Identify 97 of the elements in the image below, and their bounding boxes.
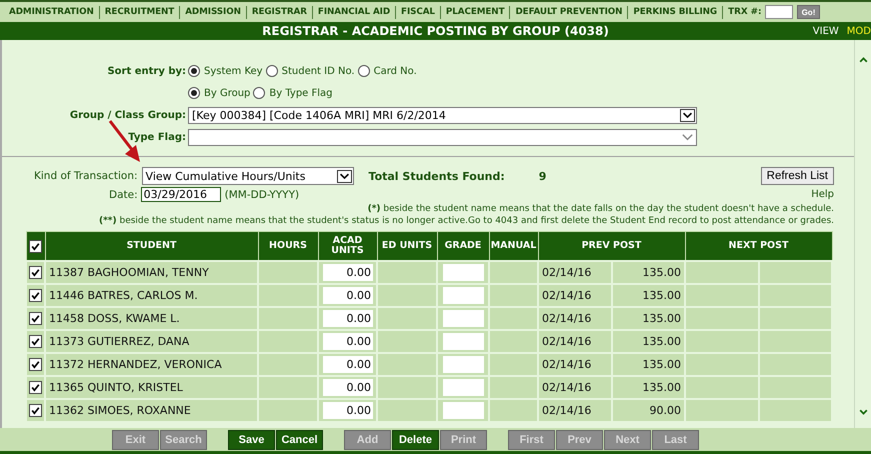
column-header: HOURS <box>258 232 318 261</box>
total-value: 9 <box>538 170 546 182</box>
radio-label: System Key <box>204 66 263 76</box>
page-title: REGISTRAR - ACADEMIC POSTING BY GROUP (4038) <box>261 24 610 38</box>
toolbar-button[interactable]: Save <box>228 430 275 450</box>
grade-field[interactable] <box>442 402 484 419</box>
prev-post-date-cell: 02/14/16 <box>538 307 612 330</box>
toolbar-button[interactable]: Delete <box>392 430 439 450</box>
prev-post-amount-cell: 90.00 <box>612 399 685 422</box>
radio-button[interactable] <box>188 65 200 77</box>
select-all-checkbox[interactable] <box>29 240 42 252</box>
column-header: ACAD UNITS <box>318 232 377 261</box>
acad-units-field[interactable]: 0.00 <box>323 310 373 327</box>
help-link[interactable]: Help <box>811 189 834 200</box>
nav-link[interactable]: FINANCIAL AID <box>312 7 396 17</box>
nav-link[interactable]: PLACEMENT <box>440 7 510 17</box>
prev-post-amount-cell: 135.00 <box>612 307 685 330</box>
row-checkbox[interactable] <box>29 381 42 394</box>
date-label: Date: <box>109 188 138 200</box>
sort-label: Sort entry by: <box>106 66 187 76</box>
acad-units-field[interactable]: 0.00 <box>323 379 373 396</box>
mode-link[interactable]: MOD <box>846 26 871 36</box>
prev-post-date-cell: 02/14/16 <box>538 399 612 422</box>
acad-units-field[interactable]: 0.00 <box>323 287 373 304</box>
column-header: ED UNITS <box>377 232 437 261</box>
note-text: (**) beside the student name means that the student's status is no longer active.Go to 4043 and first delete the Student End record to post attendance or grades. <box>98 216 834 226</box>
trx-field[interactable] <box>764 5 793 19</box>
total-label: Total Students Found: <box>368 170 505 182</box>
prev-post-date-cell: 02/14/16 <box>538 376 612 399</box>
prev-post-amount-cell: 135.00 <box>612 284 685 307</box>
type-flag-label: Type Flag: <box>127 132 187 142</box>
group-label: Group / Class Group: <box>68 110 187 120</box>
prev-post-amount-cell: 135.00 <box>612 261 685 284</box>
prev-post-amount-cell: 135.00 <box>612 330 685 353</box>
type-flag-select[interactable] <box>188 128 697 146</box>
student-cell: 11373 GUTIERREZ, DANA <box>45 330 258 353</box>
date-field[interactable]: 03/29/2016 <box>140 187 221 202</box>
nav-link[interactable]: REGISTRAR <box>246 7 312 17</box>
column-header: NEXT POST <box>685 232 832 261</box>
column-header: PREV POST <box>538 232 685 261</box>
radio-button[interactable] <box>188 87 200 99</box>
group-select[interactable]: [Key 000384] [Code 1406A MRI] MRI 6/2/2014 <box>188 106 697 124</box>
date-hint: (MM-DD-YYYY) <box>224 188 300 200</box>
nav-link[interactable]: RECRUITMENT <box>100 7 180 17</box>
acad-units-field[interactable]: 0.00 <box>323 356 373 373</box>
nav-link[interactable]: ADMINISTRATION <box>4 7 99 17</box>
radio-button[interactable] <box>253 87 266 99</box>
radio-label: By Type Flag <box>269 88 333 98</box>
nav-link[interactable]: PERKINS BILLING <box>628 7 722 17</box>
prev-post-date-cell: 02/14/16 <box>538 284 612 307</box>
refresh-button[interactable]: Refresh List <box>760 167 834 185</box>
radio-label: Card No. <box>374 66 417 76</box>
prev-post-date-cell: 02/14/16 <box>538 330 612 353</box>
student-cell: 11362 SIMOES, ROXANNE <box>45 399 258 422</box>
row-checkbox[interactable] <box>29 266 42 280</box>
radio-button[interactable] <box>266 65 278 77</box>
column-header: GRADE <box>437 232 489 261</box>
grade-field[interactable] <box>442 356 484 373</box>
row-checkbox[interactable] <box>29 312 42 326</box>
grade-field[interactable] <box>442 287 484 304</box>
grade-field[interactable] <box>442 310 484 327</box>
trx-label: TRX #: <box>728 7 762 17</box>
prev-post-amount-cell: 135.00 <box>612 353 685 376</box>
go-button[interactable]: Go! <box>796 5 820 19</box>
row-checkbox[interactable] <box>29 289 42 302</box>
nav-link[interactable]: ADMISSION <box>180 7 246 17</box>
acad-units-field[interactable]: 0.00 <box>323 264 373 281</box>
radio-label: By Group <box>204 88 250 98</box>
student-cell: 11458 DOSS, KWAME L. <box>45 307 258 330</box>
nav-link[interactable]: FISCAL <box>396 7 440 17</box>
acad-units-field[interactable]: 0.00 <box>323 333 373 350</box>
toolbar-button[interactable]: Cancel <box>276 430 323 450</box>
prev-post-date-cell: 02/14/16 <box>538 261 612 284</box>
nav-link[interactable]: DEFAULT PREVENTION <box>510 7 628 17</box>
student-cell: 11387 BAGHOOMIAN, TENNY <box>45 261 258 284</box>
grade-field[interactable] <box>442 333 484 350</box>
student-cell: 11372 HERNANDEZ, VERONICA <box>45 353 258 376</box>
column-header: STUDENT <box>45 232 258 261</box>
row-checkbox[interactable] <box>29 335 42 348</box>
grade-field[interactable] <box>442 264 484 281</box>
radio-button[interactable] <box>358 65 370 77</box>
student-cell: 11365 QUINTO, KRISTEL <box>45 376 258 399</box>
transaction-label: Kind of Transaction: <box>34 170 138 182</box>
radio-label: Student ID No. <box>282 66 355 76</box>
student-cell: 11446 BATRES, CARLOS M. <box>45 284 258 307</box>
acad-units-field[interactable]: 0.00 <box>323 402 373 419</box>
transaction-select[interactable]: View Cumulative Hours/Units <box>142 167 354 185</box>
column-header: MANUAL <box>489 232 538 261</box>
dropdown-icon <box>680 108 695 122</box>
prev-post-amount-cell: 135.00 <box>612 376 685 399</box>
view-link[interactable]: VIEW <box>812 26 839 36</box>
row-checkbox[interactable] <box>29 404 42 418</box>
dropdown-icon <box>336 170 352 182</box>
note-text: (*) beside the student name means that the date falls on the day the student doesn't have a schedule. <box>366 204 834 214</box>
prev-post-date-cell: 02/14/16 <box>538 353 612 376</box>
row-checkbox[interactable] <box>29 358 42 372</box>
grade-field[interactable] <box>442 379 484 396</box>
